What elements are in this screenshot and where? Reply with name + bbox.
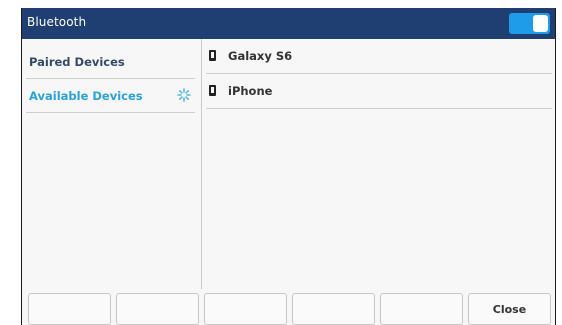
device-name: Galaxy S6 (228, 49, 293, 63)
device-name: iPhone (228, 84, 273, 98)
sidebar-item-label: Available Devices (29, 89, 143, 103)
sidebar-item-label: Paired Devices (29, 55, 125, 69)
title-bar: Bluetooth (22, 8, 555, 39)
loading-spinner-icon (177, 88, 191, 102)
sidebar: Paired Devices Available Devices (22, 39, 200, 289)
device-row-galaxy-s6[interactable]: Galaxy S6 (206, 39, 552, 74)
sidebar-item-available-devices[interactable]: Available Devices (26, 79, 195, 113)
softkey-3[interactable] (204, 293, 287, 325)
device-row-iphone[interactable]: iPhone (206, 74, 552, 109)
phone-icon (209, 50, 216, 61)
toggle-knob (533, 15, 548, 32)
softkey-2[interactable] (116, 293, 199, 325)
close-button[interactable]: Close (468, 293, 551, 325)
softkey-1[interactable] (28, 293, 111, 325)
page-title: Bluetooth (27, 15, 87, 29)
softkey-bar: Close (22, 293, 555, 325)
bluetooth-toggle[interactable] (509, 13, 550, 34)
phone-screen: Bluetooth Paired Devices Available Devic… (21, 8, 556, 325)
softkey-5[interactable] (380, 293, 463, 325)
softkey-4[interactable] (292, 293, 375, 325)
device-list: Galaxy S6 iPhone (206, 39, 553, 289)
phone-icon (209, 85, 216, 96)
sidebar-item-paired-devices[interactable]: Paired Devices (26, 45, 195, 79)
pane-divider (201, 39, 202, 289)
